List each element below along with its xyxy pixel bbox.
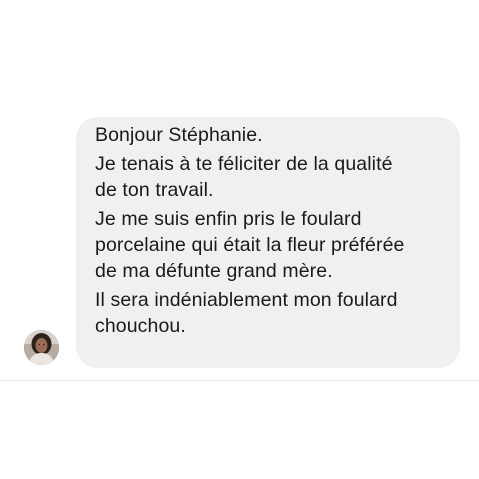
message-line: de ma défunte grand mère. [95, 260, 333, 282]
message-line: Je tenais à te féliciter de la qualité [95, 153, 393, 175]
sender-avatar[interactable] [24, 330, 59, 365]
message-paragraph-2: Je tenais à te féliciter de la qualité d… [95, 151, 460, 203]
message-paragraph-1: Bonjour Stéphanie. [95, 122, 460, 148]
message-line: Il sera indéniablement mon foulard [95, 289, 398, 311]
message-line: de ton travail. [95, 179, 214, 201]
avatar-photo-icon [24, 330, 59, 365]
message-line: Bonjour Stéphanie. [95, 124, 263, 146]
incoming-message-row: Bonjour Stéphanie. Je tenais à te félici… [0, 0, 479, 479]
message-paragraph-3: Je me suis enfin pris le foulard porcela… [95, 206, 460, 284]
message-line: chouchou. [95, 315, 186, 337]
chat-screen: Bonjour Stéphanie. Je tenais à te félici… [0, 0, 479, 479]
message-bubble[interactable]: Bonjour Stéphanie. Je tenais à te félici… [76, 117, 460, 368]
message-line: porcelaine qui était la fleur préférée [95, 234, 405, 256]
divider [0, 380, 479, 381]
message-line: Je me suis enfin pris le foulard [95, 208, 362, 230]
message-paragraph-4: Il sera indéniablement mon foulard chouc… [95, 287, 460, 339]
